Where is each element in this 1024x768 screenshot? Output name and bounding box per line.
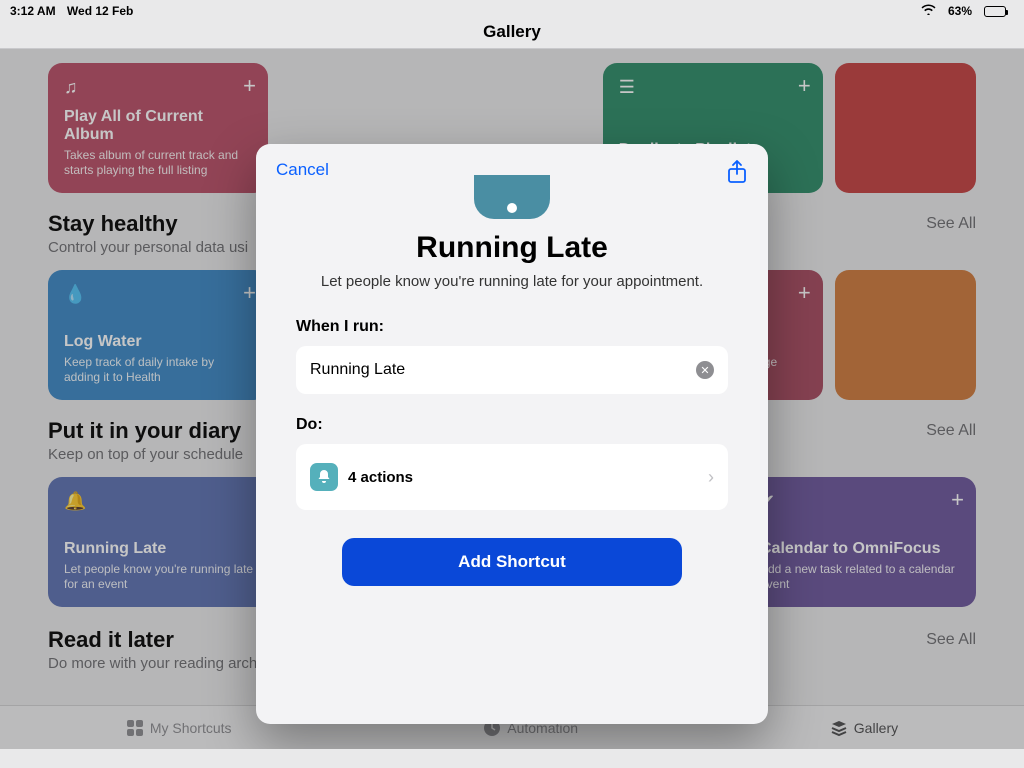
modal-tagline: Let people know you're running late for … <box>256 273 768 290</box>
add-shortcut-button[interactable]: Add Shortcut <box>342 538 682 586</box>
shortcut-app-icon <box>474 175 550 219</box>
clear-icon[interactable]: ✕ <box>696 361 714 379</box>
when-i-run-label: When I run: <box>296 318 728 336</box>
actions-row[interactable]: 4 actions › <box>296 444 728 510</box>
share-button[interactable] <box>726 160 748 189</box>
shortcut-name-input[interactable] <box>310 361 696 379</box>
actions-count: 4 actions <box>348 469 413 486</box>
status-time: 3:12 AM <box>10 4 56 18</box>
do-label: Do: <box>296 416 728 434</box>
page-title: Gallery <box>0 22 1024 48</box>
cancel-button[interactable]: Cancel <box>276 160 329 189</box>
status-bar: 3:12 AM Wed 12 Feb 63% <box>0 0 1024 22</box>
bell-icon <box>310 463 338 491</box>
battery-percent: 63% <box>948 4 972 18</box>
shortcut-detail-modal: Cancel Running Late Let people know you'… <box>256 144 768 724</box>
shortcut-name-field[interactable]: ✕ <box>296 346 728 394</box>
wifi-icon <box>921 4 936 18</box>
battery-icon <box>984 6 1006 17</box>
chevron-right-icon: › <box>708 467 714 488</box>
status-date: Wed 12 Feb <box>67 4 133 18</box>
modal-title: Running Late <box>256 231 768 265</box>
